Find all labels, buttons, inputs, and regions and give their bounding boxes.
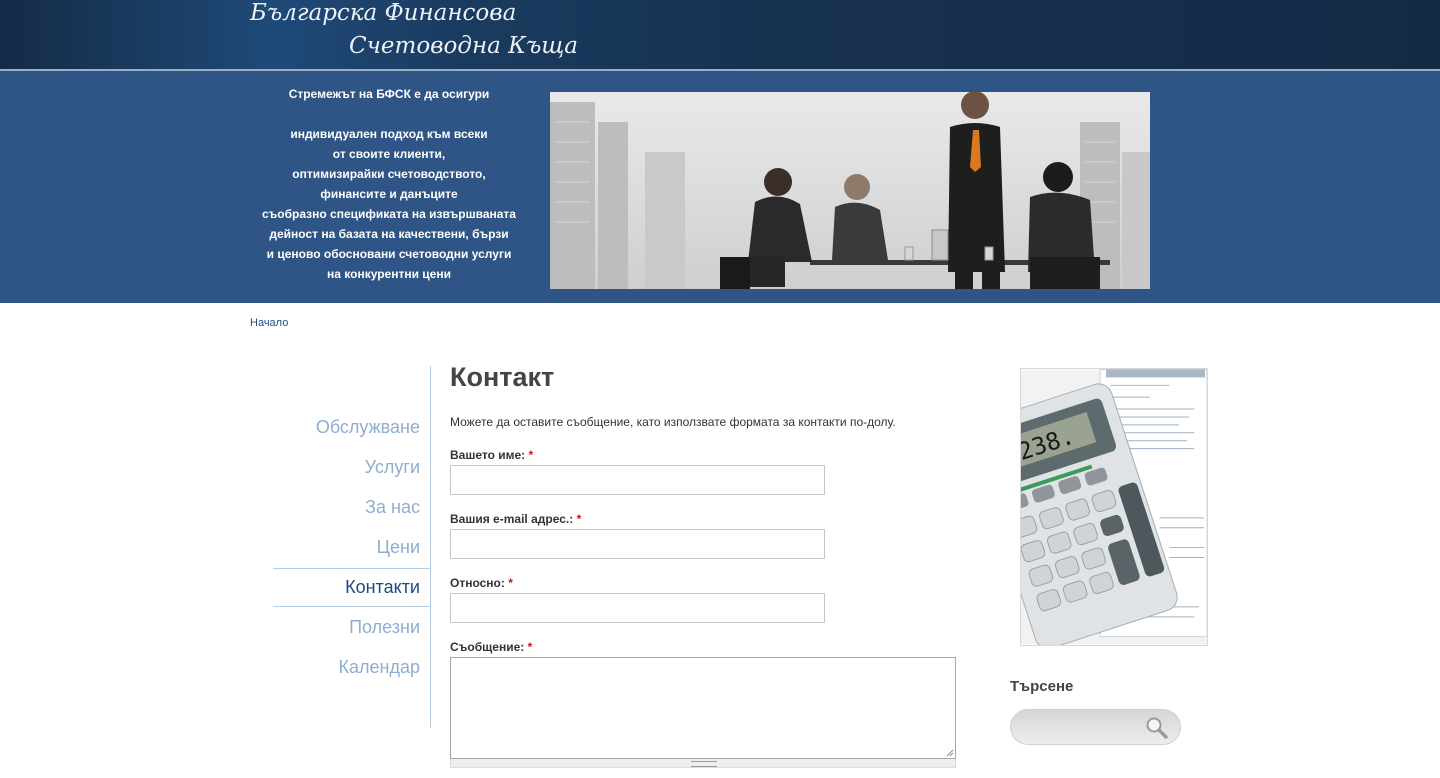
hero-banner: Стремежът на БФСК е да осигури индивидуа… [0,71,1440,303]
active-item-border-bottom [273,606,430,607]
active-item-border-top [273,568,430,569]
sidebar-nav: Обслужване Услуги За нас Цени Контакти П… [270,366,431,728]
message-textarea[interactable] [450,657,956,759]
tagline-line: дейност на базата на качествени, бързи [269,227,509,241]
nav-item-about[interactable]: За нас [365,497,420,518]
tagline-line: финансите и данъците [320,187,458,201]
breadcrumb-home[interactable]: Начало [250,317,288,329]
nav-item-useful[interactable]: Полезни [349,617,420,638]
email-label-text: Вашия e-mail адрес.: [450,512,574,526]
search-icon[interactable] [1145,716,1169,740]
required-mark: * [576,512,582,526]
grip-lines-icon [691,761,717,767]
business-meeting-photo [550,92,1150,289]
page-title: Контакт [450,362,555,392]
required-mark: * [528,448,534,462]
tagline-line: на конкурентни цени [327,267,451,281]
textarea-resize-handle[interactable] [450,759,956,768]
name-label: Вашето име: * [450,448,533,462]
tagline-intro: Стремежът на БФСК е да осигури [288,87,490,101]
subject-label-text: Относно: [450,576,505,590]
search-input[interactable] [1010,709,1181,745]
message-label-text: Съобщение: [450,640,525,654]
calculator-image: 1238. [1020,368,1208,646]
resize-corner-icon[interactable] [946,749,954,757]
required-mark: * [527,640,533,654]
tagline-line: оптимизирайки счетоводството, [292,167,486,181]
tagline-line: от своите клиенти, [332,147,446,161]
nav-item-services[interactable]: Услуги [365,457,420,478]
nav-item-services-overview[interactable]: Обслужване [316,417,420,438]
message-label: Съобщение: * [450,640,532,654]
subject-field[interactable] [450,593,825,623]
required-mark: * [508,576,513,590]
email-label: Вашия e-mail адрес.: * [450,512,581,526]
name-field[interactable] [450,465,825,495]
search-heading: Търсене [1010,678,1074,695]
email-field[interactable] [450,529,825,559]
nav-item-contacts[interactable]: Контакти [345,577,420,598]
tagline-line: съобразно спецификата на извършваната [262,207,516,221]
subject-label: Относно: * [450,576,513,590]
site-title-line1: Българска Финансова [250,0,517,26]
name-label-text: Вашето име: [450,448,526,462]
nav-item-prices[interactable]: Цени [377,537,420,558]
contact-intro-text: Можете да оставите съобщение, като изпол… [450,415,896,429]
tagline-line: и ценово обосновани счетоводни услуги [266,247,512,261]
site-title-line2: Счетоводна Къща [349,33,579,59]
tagline: Стремежът на БФСК е да осигури индивидуа… [250,84,528,284]
site-header: Българска Финансова Счетоводна Къща [0,0,1440,69]
nav-item-calendar[interactable]: Календар [339,657,420,678]
tagline-line: индивидуален подход към всеки [290,127,488,141]
